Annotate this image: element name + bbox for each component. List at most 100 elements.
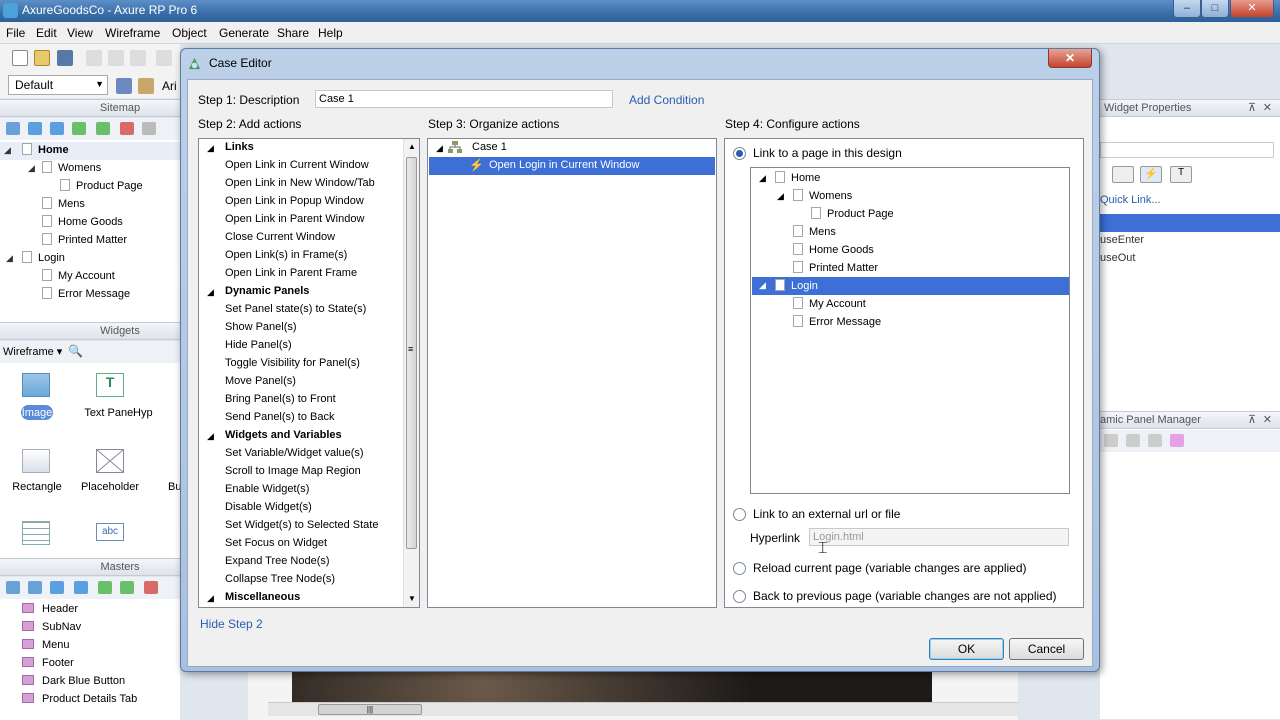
delete-page-icon[interactable] xyxy=(120,122,134,135)
category-miscellaneous[interactable]: Miscellaneous xyxy=(225,591,300,603)
save-icon[interactable] xyxy=(57,50,73,66)
action-item[interactable]: Open Link in New Window/Tab xyxy=(225,177,375,189)
action-item[interactable]: Expand Tree Node(s) xyxy=(225,555,330,567)
format-painter-icon[interactable] xyxy=(116,78,132,94)
page-node-home-goods[interactable]: Home Goods xyxy=(793,243,874,256)
minimize-button[interactable]: – xyxy=(1173,0,1201,18)
menu-wireframe[interactable]: Wireframe xyxy=(105,26,160,40)
paste-icon[interactable] xyxy=(130,50,146,66)
action-item[interactable]: Move Panel(s) xyxy=(225,375,296,387)
master-item[interactable]: Footer xyxy=(22,657,74,669)
page-node-error[interactable]: Error Message xyxy=(793,315,881,328)
page-node-printed-matter[interactable]: Printed Matter xyxy=(793,261,878,274)
actions-scrollbar[interactable]: ▲ ≡ ▼ xyxy=(403,139,419,607)
master-item[interactable]: Dark Blue Button xyxy=(22,675,125,687)
pm-edit-icon[interactable] xyxy=(1148,434,1162,447)
master-item[interactable]: Header xyxy=(22,603,78,615)
rectangle-widget-icon[interactable] xyxy=(22,449,50,473)
action-item[interactable]: Open Link in Current Window xyxy=(225,159,369,171)
action-item[interactable]: Show Panel(s) xyxy=(225,321,297,333)
add-folder-icon[interactable] xyxy=(28,581,42,594)
canvas-area[interactable]: ||| xyxy=(248,672,1018,720)
quick-link[interactable]: Quick Link... xyxy=(1100,194,1161,206)
interactions-tab-icon[interactable]: ⚡ xyxy=(1140,166,1162,183)
scroll-down-icon[interactable]: ▼ xyxy=(408,594,416,603)
page-node-home[interactable]: Home xyxy=(775,171,820,184)
pm-state-icon[interactable] xyxy=(1170,434,1184,447)
option-link-page-label[interactable]: Link to a page in this design xyxy=(753,146,902,160)
undo-icon[interactable] xyxy=(156,50,172,66)
master-item[interactable]: Menu xyxy=(22,639,70,651)
category-widgets-variables[interactable]: Widgets and Variables xyxy=(225,429,342,441)
master-up-icon[interactable] xyxy=(50,581,64,594)
label-field[interactable] xyxy=(1100,142,1274,158)
description-input[interactable]: Case 1 xyxy=(315,90,613,108)
event-mouse-enter[interactable]: useEnter xyxy=(1100,234,1144,246)
action-item[interactable]: Bring Panel(s) to Front xyxy=(225,393,336,405)
page-options-icon[interactable] xyxy=(142,122,156,135)
sitemap-page-mens[interactable]: Mens xyxy=(42,197,85,210)
page-node-mens[interactable]: Mens xyxy=(793,225,836,238)
placeholder-widget-label[interactable]: Placeholder xyxy=(70,481,150,493)
selected-event-row[interactable] xyxy=(1100,214,1280,232)
text-panel-widget-icon[interactable]: T xyxy=(96,373,124,397)
ok-button[interactable]: OK xyxy=(929,638,1004,660)
action-item[interactable]: Close Current Window xyxy=(225,231,335,243)
action-item[interactable]: Open Link in Popup Window xyxy=(225,195,364,207)
action-item[interactable]: Toggle Visibility for Panel(s) xyxy=(225,357,360,369)
action-item[interactable]: Send Panel(s) to Back xyxy=(225,411,334,423)
sitemap-page-printed-matter[interactable]: Printed Matter xyxy=(42,233,127,246)
page-node-login-selected[interactable]: ◢ Login xyxy=(752,277,1069,295)
master-outdent-icon[interactable] xyxy=(120,581,134,594)
category-dynamic-panels[interactable]: Dynamic Panels xyxy=(225,285,309,297)
action-item[interactable]: Scroll to Image Map Region xyxy=(225,465,361,477)
cut-icon[interactable] xyxy=(86,50,102,66)
option-reload-label[interactable]: Reload current page (variable changes ar… xyxy=(753,561,1027,575)
open-folder-icon[interactable] xyxy=(34,50,50,66)
add-page-icon[interactable] xyxy=(6,122,20,135)
action-item[interactable]: Set Variable/Widget value(s) xyxy=(225,447,364,459)
outdent-icon[interactable] xyxy=(96,122,110,135)
event-mouse-out[interactable]: useOut xyxy=(1100,252,1135,264)
action-item[interactable]: Open Link in Parent Frame xyxy=(225,267,357,279)
menu-view[interactable]: View xyxy=(67,26,93,40)
master-item[interactable]: SubNav xyxy=(22,621,81,633)
pm-dup-icon[interactable] xyxy=(1126,434,1140,447)
dialog-close-button[interactable]: ✕ xyxy=(1048,49,1092,68)
new-file-icon[interactable] xyxy=(12,50,28,66)
radio-back-page[interactable] xyxy=(733,590,746,603)
placeholder-widget-icon[interactable] xyxy=(96,449,124,473)
radio-reload-page[interactable] xyxy=(733,562,746,575)
image-widget-label[interactable]: Image xyxy=(0,407,77,419)
menu-help[interactable]: Help xyxy=(318,26,343,40)
sitemap-page-home-goods[interactable]: Home Goods xyxy=(42,215,123,228)
hyperlink-widget-label[interactable]: Hyp xyxy=(133,407,173,419)
page-node-my-account[interactable]: My Account xyxy=(793,297,866,310)
menu-edit[interactable]: Edit xyxy=(36,26,57,40)
sitemap-page-my-account[interactable]: My Account xyxy=(42,269,115,282)
sitemap-page-product[interactable]: Product Page xyxy=(60,179,143,192)
delete-master-icon[interactable] xyxy=(144,581,158,594)
indent-icon[interactable] xyxy=(72,122,86,135)
radio-external-url[interactable] xyxy=(733,508,746,521)
copy-icon[interactable] xyxy=(108,50,124,66)
sitemap-page-error[interactable]: Error Message xyxy=(42,287,130,300)
master-item[interactable]: Product Details Tab xyxy=(22,693,137,705)
actions-scroll-thumb[interactable]: ≡ xyxy=(406,157,417,549)
action-item[interactable]: Open Link in Parent Window xyxy=(225,213,364,225)
image-widget-icon[interactable] xyxy=(22,373,50,397)
option-external-label[interactable]: Link to an external url or file xyxy=(753,507,900,521)
action-item[interactable]: Set Panel state(s) to State(s) xyxy=(225,303,366,315)
style-dropdown[interactable]: Default ▼ xyxy=(8,75,108,95)
page-node-product[interactable]: Product Page xyxy=(811,207,894,220)
page-node-womens[interactable]: Womens xyxy=(793,189,852,202)
move-up-icon[interactable] xyxy=(28,122,42,135)
brush-icon[interactable] xyxy=(138,78,154,94)
menu-file[interactable]: File xyxy=(6,26,25,40)
option-back-label[interactable]: Back to previous page (variable changes … xyxy=(753,589,1057,603)
hyperlink-input[interactable]: Login.html xyxy=(809,528,1069,546)
horizontal-scrollbar[interactable]: ||| xyxy=(268,702,1018,716)
text-field-widget-icon[interactable]: abc xyxy=(96,523,124,541)
action-item[interactable]: Set Widget(s) to Selected State xyxy=(225,519,378,531)
menu-generate[interactable]: Generate xyxy=(219,26,269,40)
